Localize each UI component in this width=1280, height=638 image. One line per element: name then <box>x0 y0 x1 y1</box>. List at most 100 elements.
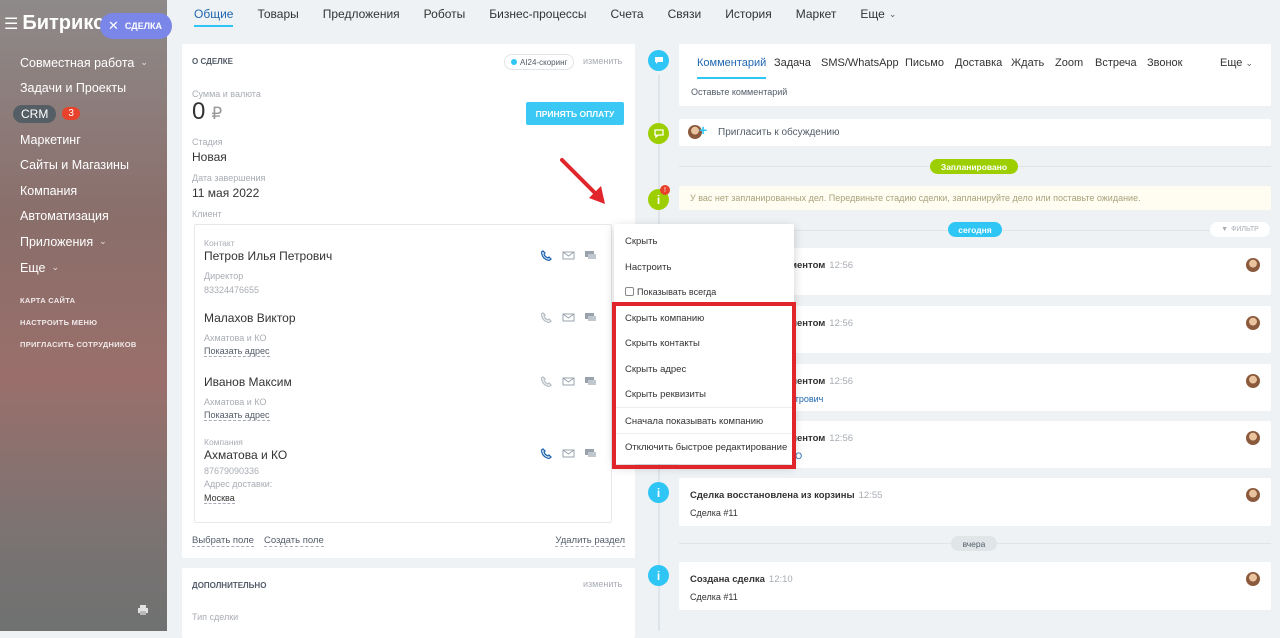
sidebar-item[interactable]: Еще ⌄ <box>20 255 148 281</box>
event-subtitle[interactable]: Сделка #11 <box>690 592 738 602</box>
top-tab[interactable]: Счета <box>611 0 644 28</box>
company-name[interactable]: Ахматова и КО <box>204 448 287 462</box>
plus-icon[interactable]: + <box>699 122 707 138</box>
avatar[interactable] <box>1246 258 1260 272</box>
top-tab[interactable]: Еще ⌄ <box>860 0 896 28</box>
discussion-icon <box>648 123 669 144</box>
comment-tab[interactable]: Комментарий <box>697 57 767 79</box>
menu-icon[interactable]: ☰ <box>4 14 18 34</box>
sidebar-item[interactable]: Маркетинг <box>20 127 148 153</box>
invite-panel[interactable]: + Пригласить к обсуждению <box>679 119 1271 146</box>
company-actions <box>540 448 597 459</box>
contact-phone[interactable]: 83324476655 <box>204 285 259 295</box>
email-icon[interactable] <box>562 312 575 323</box>
top-tab[interactable]: Роботы <box>424 0 466 28</box>
change-link[interactable]: изменить <box>583 56 622 66</box>
sidebar-item[interactable]: Задачи и Проекты <box>20 76 148 102</box>
chat-icon[interactable] <box>584 312 597 323</box>
comment-tab[interactable]: Звонок <box>1147 57 1183 69</box>
amount-value[interactable]: 0 ₽ <box>192 98 222 126</box>
ai-scoring-chip[interactable]: AI24-скоринг <box>504 54 575 70</box>
show-address-link[interactable]: Показать адрес <box>204 410 270 421</box>
comment-input[interactable]: Оставьте комментарий <box>691 87 787 97</box>
sidebar-item[interactable]: Совместная работа ⌄ <box>20 50 148 76</box>
avatar[interactable] <box>1246 374 1260 388</box>
comment-tab[interactable]: Доставка <box>955 57 1002 69</box>
end-date-value[interactable]: 11 мая 2022 <box>192 186 259 200</box>
top-tab[interactable]: История <box>725 0 772 28</box>
sidebar-item-label: Еще <box>20 260 46 275</box>
comment-tab[interactable]: Письмо <box>905 57 944 69</box>
top-tab[interactable]: Связи <box>668 0 702 28</box>
stage-value[interactable]: Новая <box>192 150 227 164</box>
stage-label: Стадия <box>192 137 223 147</box>
change-link[interactable]: изменить <box>583 579 622 589</box>
comment-tab[interactable]: Ждать <box>1011 57 1044 69</box>
contact-name[interactable]: Малахов Виктор <box>204 311 296 325</box>
phone-icon[interactable] <box>540 448 553 459</box>
chat-icon[interactable] <box>584 250 597 261</box>
email-icon[interactable] <box>562 376 575 387</box>
top-tab[interactable]: Общие <box>194 0 234 28</box>
top-tab[interactable]: Товары <box>257 0 298 28</box>
avatar[interactable] <box>1246 572 1260 586</box>
show-address-link[interactable]: Показать адрес <box>204 346 270 357</box>
sidebar-item[interactable]: CRM 3 <box>13 101 148 127</box>
sidebar-item[interactable]: Приложения ⌄ <box>20 229 148 255</box>
top-tab-label: Еще <box>860 7 885 21</box>
top-tab[interactable]: Бизнес-процессы <box>489 0 586 28</box>
comment-tab[interactable]: SMS/WhatsApp <box>821 57 899 69</box>
event-subtitle[interactable]: Сделка #11 <box>690 508 738 518</box>
comment-tab[interactable]: Zoom <box>1055 57 1083 69</box>
event-time: 12:56 <box>829 260 854 271</box>
accept-payment-button[interactable]: ПРИНЯТЬ ОПЛАТУ <box>526 102 624 125</box>
sidebar-item[interactable]: Компания <box>20 178 148 204</box>
more-menu[interactable]: Еще ⌄ <box>1220 57 1253 69</box>
chat-icon[interactable] <box>584 376 597 387</box>
avatar[interactable] <box>1246 316 1260 330</box>
delete-section-link[interactable]: Удалить раздел <box>555 535 625 547</box>
comment-icon <box>648 50 669 71</box>
select-field-link[interactable]: Выбрать поле <box>192 535 254 547</box>
event-time: 12:56 <box>829 318 854 329</box>
delivery-address[interactable]: Москва <box>204 493 235 504</box>
printer-icon[interactable] <box>137 604 149 616</box>
invite-text[interactable]: Пригласить к обсуждению <box>718 127 839 138</box>
deal-section-title: О СДЕЛКЕ <box>192 57 233 66</box>
contact-label: Контакт <box>204 238 235 248</box>
menu-item-always-show[interactable]: Показывать всегда <box>625 287 716 297</box>
deal-chip[interactable]: ✕ СДЕЛКА <box>100 13 173 39</box>
menu-item-configure[interactable]: Настроить <box>625 262 671 273</box>
email-icon[interactable] <box>562 448 575 459</box>
filter-button[interactable]: ▼ ФИЛЬТР <box>1210 222 1270 237</box>
menu-item-hide[interactable]: Скрыть <box>625 236 657 247</box>
sidebar-item[interactable]: Автоматизация <box>20 204 148 230</box>
top-tab[interactable]: Предложения <box>323 0 400 28</box>
email-icon[interactable] <box>562 250 575 261</box>
sidebar-small-link[interactable]: ПРИГЛАСИТЬ СОТРУДНИКОВ <box>20 340 137 362</box>
create-field-link[interactable]: Создать поле <box>263 535 324 547</box>
contact-actions <box>540 376 597 387</box>
avatar[interactable] <box>1246 431 1260 445</box>
more-label: Еще <box>1220 57 1243 69</box>
contact-name[interactable]: Петров Илья Петрович <box>204 249 332 263</box>
event-title-text: Сделка восстановлена из корзины <box>690 490 855 501</box>
bitrix-logo[interactable]: ☰ Битрикс <box>4 12 104 35</box>
top-tab[interactable]: Маркет <box>796 0 837 28</box>
company-phone[interactable]: 87679090336 <box>204 466 259 476</box>
comment-tab[interactable]: Задача <box>774 57 811 69</box>
sidebar-small-link[interactable]: НАСТРОИТЬ МЕНЮ <box>20 318 137 340</box>
phone-icon[interactable] <box>540 312 553 323</box>
phone-icon[interactable] <box>540 376 553 387</box>
comment-tab[interactable]: Встреча <box>1095 57 1137 69</box>
phone-icon[interactable] <box>540 250 553 261</box>
close-icon[interactable]: ✕ <box>108 18 119 34</box>
sidebar-item[interactable]: Сайты и Магазины <box>20 152 148 178</box>
sidebar-small-link[interactable]: КАРТА САЙТА <box>20 296 137 318</box>
event-title: Создана сделка 12:10 <box>690 574 793 585</box>
checkbox[interactable] <box>625 287 634 296</box>
sidebar-menu: Совместная работа ⌄ Задачи и Проекты CRM 3 Ма… <box>13 50 148 281</box>
chat-icon[interactable] <box>584 448 597 459</box>
avatar[interactable] <box>1246 488 1260 502</box>
contact-name[interactable]: Иванов Максим <box>204 375 292 389</box>
